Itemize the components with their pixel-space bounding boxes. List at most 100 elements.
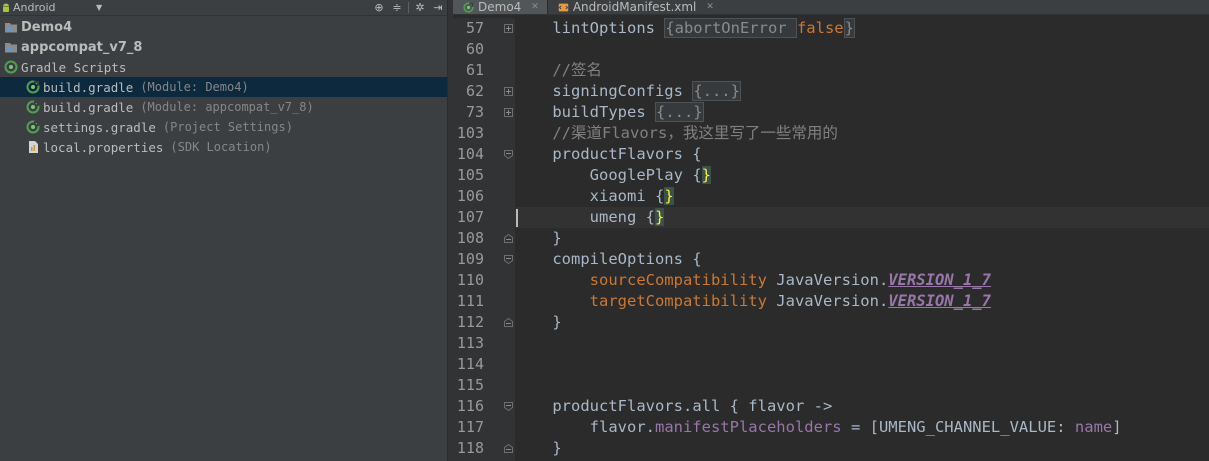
fold-end-icon[interactable]	[504, 444, 513, 453]
tree-item[interactable]: Gradle Scripts	[0, 57, 447, 77]
line-number: 104	[456, 145, 484, 163]
gradle-file-icon	[26, 100, 40, 114]
scroll-from-source-icon[interactable]: ⊕	[370, 0, 388, 15]
tree-item[interactable]: build.gradle (Module: appcompat_v7_8)	[0, 97, 447, 117]
code-line[interactable]: GooglePlay {}	[515, 165, 1209, 186]
code-line[interactable]: umeng {}	[515, 207, 1209, 228]
code-line[interactable]: productFlavors {	[515, 144, 1209, 165]
line-number: 115	[456, 376, 484, 394]
line-number: 112	[456, 313, 484, 331]
code-token: }	[515, 313, 562, 331]
collapse-all-icon[interactable]: ≑	[388, 0, 406, 15]
code-token: sourceCompatibility	[589, 271, 767, 289]
tree-item-label: appcompat_v7_8	[21, 39, 143, 55]
code-token: false	[796, 19, 844, 37]
code-token: {	[645, 208, 655, 226]
line-number: 109	[456, 250, 484, 268]
tree-item[interactable]: settings.gradle (Project Settings)	[0, 117, 447, 137]
fold-end-icon[interactable]	[504, 234, 513, 243]
code-line[interactable]: sourceCompatibility JavaVersion.VERSION_…	[515, 270, 1209, 291]
code-line[interactable]: buildTypes {...}	[515, 102, 1209, 123]
code-token: }	[515, 439, 562, 457]
close-icon[interactable]: ✕	[706, 2, 714, 12]
line-number: 117	[456, 418, 484, 436]
tree-item-label: Demo4	[21, 19, 73, 35]
editor-tab-bar: Demo4 ✕ AndroidManifest.xml ✕	[453, 0, 1209, 15]
code-line[interactable]: productFlavors.all { flavor ->	[515, 396, 1209, 417]
code-token: { flavor ->	[720, 397, 833, 415]
tree-item-label: build.gradle	[43, 79, 134, 95]
tree-item[interactable]: local.properties (SDK Location)	[0, 137, 447, 157]
code-line[interactable]	[515, 333, 1209, 354]
code-line[interactable]	[515, 375, 1209, 396]
tree-item[interactable]: build.gradle (Module: Demo4)	[0, 77, 447, 97]
code-token: targetCompatibility	[589, 292, 767, 310]
tree-item[interactable]: appcompat_v7_8	[0, 37, 447, 57]
chevron-down-icon[interactable]: ▼	[96, 3, 102, 12]
gear-icon[interactable]: ✲	[411, 0, 429, 15]
line-number: 62	[465, 82, 484, 100]
close-icon[interactable]: ✕	[531, 2, 539, 12]
code-area[interactable]: lintOptions {abortOnError false} //签名 si…	[515, 18, 1209, 461]
fold-collapse-icon[interactable]	[504, 150, 513, 159]
code-token: //签名	[515, 61, 602, 79]
code-token: = [UMENG_CHANNEL_VALUE:	[841, 418, 1075, 436]
tree-item-hint: (SDK Location)	[170, 140, 272, 154]
code-token: buildTypes	[515, 103, 655, 121]
toolbar-divider	[408, 2, 409, 13]
code-line[interactable]: compileOptions {	[515, 249, 1209, 270]
code-line[interactable]: targetCompatibility JavaVersion.VERSION_…	[515, 291, 1209, 312]
line-number: 114	[456, 355, 484, 373]
line-number: 60	[465, 40, 484, 58]
code-line[interactable]: }	[515, 228, 1209, 249]
code-line[interactable]	[515, 39, 1209, 60]
code-line[interactable]: lintOptions {abortOnError false}	[515, 18, 1209, 39]
tree-item-hint: (Module: appcompat_v7_8)	[140, 100, 314, 114]
editor-tab[interactable]: Demo4 ✕	[453, 0, 548, 14]
code-token: }	[655, 208, 665, 226]
fold-expand-icon[interactable]	[504, 87, 513, 96]
tree-item[interactable]: Demo4	[0, 17, 447, 37]
code-token: umeng	[515, 208, 646, 226]
code-line[interactable]: }	[515, 312, 1209, 333]
line-number: 103	[456, 124, 484, 142]
code-line[interactable]: xiaomi {}	[515, 186, 1209, 207]
code-token: {...}	[692, 81, 741, 101]
project-panel: Android ▼ ⊕ ≑ ✲ ⇥ Demo4 appcompat_v7_8 Gra…	[0, 0, 447, 461]
code-line[interactable]: flavor.manifestPlaceholders = [UMENG_CHA…	[515, 417, 1209, 438]
line-number: 113	[456, 334, 484, 352]
code-line[interactable]	[515, 354, 1209, 375]
line-number: 107	[456, 208, 484, 226]
fold-expand-icon[interactable]	[504, 108, 513, 117]
fold-expand-icon[interactable]	[504, 24, 513, 33]
tree-item-hint: (Project Settings)	[162, 120, 293, 134]
code-line[interactable]: //渠道Flavors，我这里写了一些常用的	[515, 123, 1209, 144]
line-number: 108	[456, 229, 484, 247]
tree-item-hint: (Module: Demo4)	[140, 80, 249, 94]
code-line[interactable]: signingConfigs {...}	[515, 81, 1209, 102]
editor-tab[interactable]: AndroidManifest.xml ✕	[548, 0, 722, 14]
properties-file-icon	[29, 141, 38, 153]
line-number: 105	[456, 166, 484, 184]
fold-collapse-icon[interactable]	[504, 402, 513, 411]
code-token: name	[1074, 418, 1113, 436]
project-view-label: Android	[13, 1, 56, 14]
code-token: }	[664, 187, 674, 205]
hide-panel-icon[interactable]: ⇥	[429, 0, 447, 15]
project-view-selector[interactable]: Android	[0, 0, 56, 15]
fold-end-icon[interactable]	[504, 318, 513, 327]
tree-item-label: build.gradle	[43, 99, 134, 115]
project-panel-toolbar: ⊕ ≑ ✲ ⇥	[370, 0, 447, 15]
fold-collapse-icon[interactable]	[504, 255, 513, 264]
code-token: {abortOnError	[664, 18, 797, 38]
line-number: 118	[456, 439, 484, 457]
module-folder-icon	[5, 23, 17, 33]
code-line[interactable]: }	[515, 438, 1209, 459]
code-token: signingConfigs	[515, 82, 693, 100]
code-token: {	[654, 187, 665, 205]
code-token: all	[692, 397, 721, 415]
gradle-file-icon	[463, 1, 474, 13]
code-line[interactable]: //签名	[515, 60, 1209, 81]
xml-file-icon	[558, 3, 569, 11]
code-token: ]	[1112, 418, 1122, 436]
